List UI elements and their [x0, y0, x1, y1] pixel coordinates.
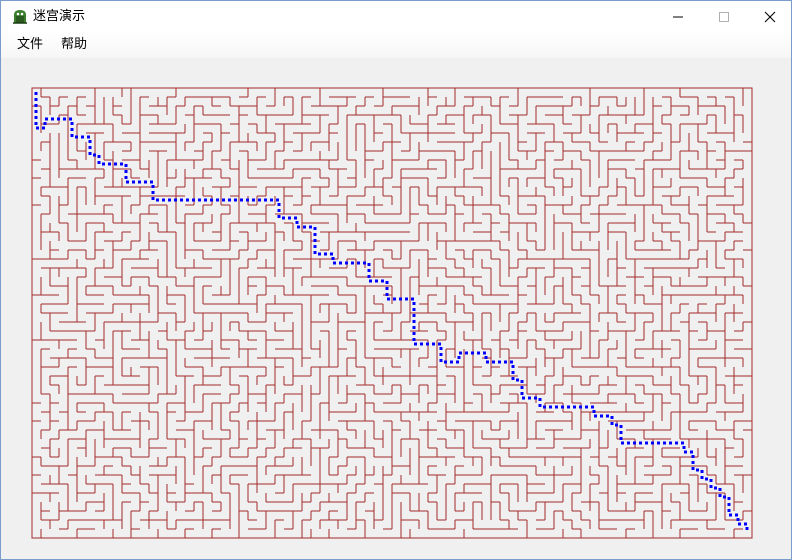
app-maze-icon	[11, 7, 29, 25]
maze-canvas-area	[1, 58, 791, 559]
maze-canvas	[31, 87, 753, 539]
maze-walls	[31, 87, 753, 539]
menu-help[interactable]: 帮助	[59, 37, 89, 53]
close-button[interactable]	[747, 1, 792, 32]
close-icon	[764, 11, 776, 23]
menu-file[interactable]: 文件	[15, 37, 45, 53]
title-bar[interactable]: 迷宫演示	[1, 1, 791, 32]
minimize-button[interactable]	[655, 1, 701, 32]
maximize-icon	[719, 12, 729, 22]
maze-wall-lines	[31, 87, 753, 539]
minimize-icon	[673, 16, 683, 18]
app-window: 迷宫演示 文件 帮助	[0, 0, 792, 560]
window-title: 迷宫演示	[33, 9, 86, 24]
menu-bar: 文件 帮助	[1, 32, 791, 58]
maximize-button[interactable]	[701, 1, 747, 32]
